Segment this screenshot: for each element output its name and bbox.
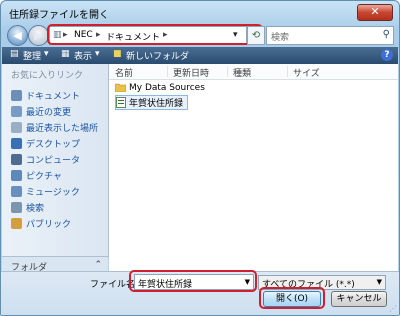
sidebar-item-desktop[interactable]: デスクトップ xyxy=(11,137,80,150)
window-title: 住所録ファイルを開く xyxy=(9,10,109,21)
sidebar-item-recent-changes[interactable]: 最近の変更 xyxy=(11,105,71,118)
documents-icon xyxy=(11,90,22,101)
views-icon: ▦ xyxy=(61,49,70,59)
highlight-annotation xyxy=(259,287,325,309)
recent-changes-icon xyxy=(11,106,22,117)
sidebar-item-public[interactable]: パブリック xyxy=(11,217,71,230)
command-toolbar: ▤ 整理 ▾ ▦ 表示 ▾ ■ 新しいフォルダ ? xyxy=(2,47,398,64)
recent-places-icon xyxy=(11,122,22,133)
sidebar-item-label: パブリック xyxy=(26,220,72,230)
desktop-icon xyxy=(11,138,22,149)
chevron-up-icon[interactable]: ⌃ xyxy=(94,260,102,270)
chevron-down-icon: ▾ xyxy=(95,49,100,59)
highlight-annotation xyxy=(47,24,263,45)
help-icon[interactable]: ? xyxy=(381,49,393,61)
close-button[interactable]: ✕ xyxy=(357,4,393,21)
column-header: 名前 更新日時 種類 サイズ xyxy=(109,64,398,80)
chevron-down-icon: ▾ xyxy=(44,49,49,59)
sidebar-item-label: 最近の変更 xyxy=(26,108,72,118)
sidebar-item-music[interactable]: ミュージック xyxy=(11,185,80,198)
sidebar-item-pictures[interactable]: ピクチャ xyxy=(11,169,62,182)
folder-icon xyxy=(115,83,126,92)
column-divider[interactable] xyxy=(227,66,228,77)
new-folder-button[interactable]: 新しいフォルダ xyxy=(126,49,189,62)
sidebar-item-label: ドキュメント xyxy=(26,92,81,102)
cancel-button[interactable]: キャンセル xyxy=(331,291,387,307)
search-input[interactable]: 検索 xyxy=(271,30,289,43)
navigation-bar: ◀ ▶ ▥ ▸ NEC ▸ ドキュメント ▸ ▾ ⟲ 検索 ⚲ xyxy=(1,24,399,48)
search-box[interactable]: 検索 ⚲ xyxy=(266,26,394,45)
pictures-icon xyxy=(11,170,22,181)
address-book-file-icon xyxy=(116,97,126,108)
favorite-links-pane: お気に入りリンク ドキュメント 最近の変更 最近表示した場所 デスクトップ コン… xyxy=(2,64,109,258)
music-icon xyxy=(11,186,22,197)
column-name[interactable]: 名前 xyxy=(115,66,133,79)
search-icon[interactable]: ⚲ xyxy=(383,29,390,40)
computer-icon xyxy=(11,154,22,165)
sidebar-item-label: 最近表示した場所 xyxy=(26,124,99,134)
title-bar: 住所録ファイルを開く ✕ xyxy=(1,1,399,23)
column-divider[interactable] xyxy=(287,66,288,77)
refresh-button[interactable]: ⟲ xyxy=(247,26,265,45)
favorite-links-title: お気に入りリンク xyxy=(11,71,84,81)
column-divider[interactable] xyxy=(167,66,168,77)
sidebar-item-label: ピクチャ xyxy=(26,172,62,182)
file-list: 名前 更新日時 種類 サイズ My Data Sources 年賀状住所録 xyxy=(109,64,398,271)
column-modified[interactable]: 更新日時 xyxy=(173,66,209,79)
sidebar-item-label: デスクトップ xyxy=(26,140,81,150)
back-button[interactable]: ◀ xyxy=(7,25,28,46)
folders-toggle[interactable]: フォルダ ⌃ xyxy=(2,256,108,273)
sidebar-item-label: ミュージック xyxy=(26,188,80,198)
public-icon xyxy=(11,218,22,229)
highlight-annotation xyxy=(129,270,257,292)
list-item-label: 年賀状住所録 xyxy=(129,99,184,109)
sidebar-item-search[interactable]: 検索 xyxy=(11,201,44,214)
column-type[interactable]: 種類 xyxy=(233,66,251,79)
new-folder-icon: ■ xyxy=(113,49,122,59)
sidebar-item-label: コンピュータ xyxy=(26,156,81,166)
list-item[interactable]: My Data Sources xyxy=(115,82,205,95)
sidebar-item-computer[interactable]: コンピュータ xyxy=(11,153,80,166)
organize-button[interactable]: 整理 xyxy=(23,49,41,62)
forward-button[interactable]: ▶ xyxy=(28,25,49,46)
search-icon xyxy=(11,202,22,213)
sidebar-item-label: 検索 xyxy=(26,204,45,214)
resize-grip-icon[interactable]: ⋰ xyxy=(389,304,397,313)
open-file-dialog: 住所録ファイルを開く ✕ ◀ ▶ ▥ ▸ NEC ▸ ドキュメント ▸ ▾ ⟲ … xyxy=(0,0,400,316)
chevron-down-icon[interactable]: ▼ xyxy=(377,278,382,286)
list-item-selected[interactable]: 年賀状住所録 xyxy=(115,95,189,110)
views-button[interactable]: 表示 xyxy=(74,49,92,62)
sidebar-item-documents[interactable]: ドキュメント xyxy=(11,89,80,102)
sidebar-item-recent-places[interactable]: 最近表示した場所 xyxy=(11,121,98,134)
list-item-label: My Data Sources xyxy=(129,83,205,93)
column-size[interactable]: サイズ xyxy=(293,66,320,79)
organize-icon: ▤ xyxy=(10,49,19,59)
